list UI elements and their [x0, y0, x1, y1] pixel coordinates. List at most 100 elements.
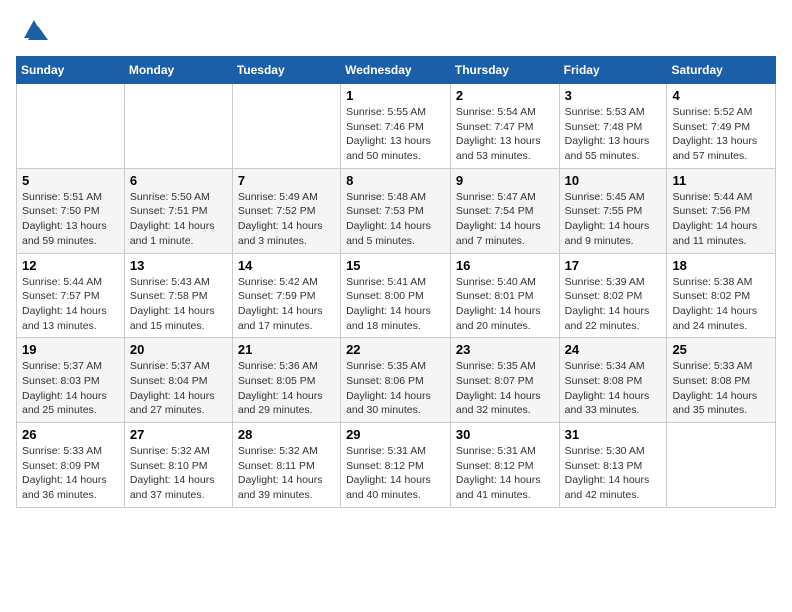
day-number: 7: [238, 173, 335, 188]
logo: [16, 16, 48, 44]
day-info: Sunrise: 5:50 AM Sunset: 7:51 PM Dayligh…: [130, 190, 227, 249]
calendar-cell: 23 Sunrise: 5:35 AM Sunset: 8:07 PM Dayli…: [450, 338, 559, 423]
day-number: 30: [456, 427, 554, 442]
day-info: Sunrise: 5:33 AM Sunset: 8:08 PM Dayligh…: [672, 359, 770, 418]
calendar-cell: 17 Sunrise: 5:39 AM Sunset: 8:02 PM Dayli…: [559, 253, 667, 338]
calendar-cell: 15 Sunrise: 5:41 AM Sunset: 8:00 PM Dayli…: [341, 253, 451, 338]
day-number: 14: [238, 258, 335, 273]
calendar-cell: 28 Sunrise: 5:32 AM Sunset: 8:11 PM Dayli…: [232, 423, 340, 508]
calendar-cell: 4 Sunrise: 5:52 AM Sunset: 7:49 PM Daylig…: [667, 84, 776, 169]
day-number: 17: [565, 258, 662, 273]
week-row-3: 12 Sunrise: 5:44 AM Sunset: 7:57 PM Dayli…: [17, 253, 776, 338]
calendar-header: SundayMondayTuesdayWednesdayThursdayFrid…: [17, 57, 776, 84]
day-number: 21: [238, 342, 335, 357]
day-number: 12: [22, 258, 119, 273]
day-info: Sunrise: 5:32 AM Sunset: 8:10 PM Dayligh…: [130, 444, 227, 503]
calendar-cell: 6 Sunrise: 5:50 AM Sunset: 7:51 PM Daylig…: [124, 168, 232, 253]
day-number: 11: [672, 173, 770, 188]
calendar-cell: 1 Sunrise: 5:55 AM Sunset: 7:46 PM Daylig…: [341, 84, 451, 169]
day-info: Sunrise: 5:48 AM Sunset: 7:53 PM Dayligh…: [346, 190, 445, 249]
day-number: 1: [346, 88, 445, 103]
day-info: Sunrise: 5:31 AM Sunset: 8:12 PM Dayligh…: [456, 444, 554, 503]
day-info: Sunrise: 5:51 AM Sunset: 7:50 PM Dayligh…: [22, 190, 119, 249]
day-info: Sunrise: 5:44 AM Sunset: 7:57 PM Dayligh…: [22, 275, 119, 334]
day-info: Sunrise: 5:45 AM Sunset: 7:55 PM Dayligh…: [565, 190, 662, 249]
calendar-cell: [17, 84, 125, 169]
day-info: Sunrise: 5:35 AM Sunset: 8:06 PM Dayligh…: [346, 359, 445, 418]
day-number: 24: [565, 342, 662, 357]
day-number: 23: [456, 342, 554, 357]
day-number: 4: [672, 88, 770, 103]
day-info: Sunrise: 5:38 AM Sunset: 8:02 PM Dayligh…: [672, 275, 770, 334]
day-info: Sunrise: 5:55 AM Sunset: 7:46 PM Dayligh…: [346, 105, 445, 164]
day-number: 5: [22, 173, 119, 188]
day-number: 6: [130, 173, 227, 188]
week-row-1: 1 Sunrise: 5:55 AM Sunset: 7:46 PM Daylig…: [17, 84, 776, 169]
calendar-cell: 10 Sunrise: 5:45 AM Sunset: 7:55 PM Dayli…: [559, 168, 667, 253]
calendar-cell: 20Sunrise: 5:37 AM Sunset: 8:04 PM Dayli…: [124, 338, 232, 423]
calendar-cell: 26Sunrise: 5:33 AM Sunset: 8:09 PM Dayli…: [17, 423, 125, 508]
day-info: Sunrise: 5:47 AM Sunset: 7:54 PM Dayligh…: [456, 190, 554, 249]
day-number: 10: [565, 173, 662, 188]
day-info: Sunrise: 5:53 AM Sunset: 7:48 PM Dayligh…: [565, 105, 662, 164]
calendar-cell: 30 Sunrise: 5:31 AM Sunset: 8:12 PM Dayli…: [450, 423, 559, 508]
calendar-cell: 2Sunrise: 5:54 AM Sunset: 7:47 PM Daylig…: [450, 84, 559, 169]
day-info: Sunrise: 5:37 AM Sunset: 8:04 PM Dayligh…: [130, 359, 227, 418]
calendar-cell: 5 Sunrise: 5:51 AM Sunset: 7:50 PM Daylig…: [17, 168, 125, 253]
calendar-body: 1 Sunrise: 5:55 AM Sunset: 7:46 PM Daylig…: [17, 84, 776, 508]
day-info: Sunrise: 5:37 AM Sunset: 8:03 PM Dayligh…: [22, 359, 119, 418]
calendar-cell: 27 Sunrise: 5:32 AM Sunset: 8:10 PM Dayli…: [124, 423, 232, 508]
logo-icon: [20, 16, 48, 44]
day-number: 16: [456, 258, 554, 273]
day-number: 29: [346, 427, 445, 442]
day-number: 15: [346, 258, 445, 273]
day-info: Sunrise: 5:39 AM Sunset: 8:02 PM Dayligh…: [565, 275, 662, 334]
day-info: Sunrise: 5:31 AM Sunset: 8:12 PM Dayligh…: [346, 444, 445, 503]
day-info: Sunrise: 5:35 AM Sunset: 8:07 PM Dayligh…: [456, 359, 554, 418]
day-number: 9: [456, 173, 554, 188]
calendar-cell: 22 Sunrise: 5:35 AM Sunset: 8:06 PM Dayli…: [341, 338, 451, 423]
calendar-cell: 24Sunrise: 5:34 AM Sunset: 8:08 PM Dayli…: [559, 338, 667, 423]
calendar-cell: 9 Sunrise: 5:47 AM Sunset: 7:54 PM Daylig…: [450, 168, 559, 253]
day-number: 25: [672, 342, 770, 357]
weekday-header-thursday: Thursday: [450, 57, 559, 84]
calendar-cell: 18 Sunrise: 5:38 AM Sunset: 8:02 PM Dayli…: [667, 253, 776, 338]
calendar-cell: 21Sunrise: 5:36 AM Sunset: 8:05 PM Dayli…: [232, 338, 340, 423]
day-number: 28: [238, 427, 335, 442]
day-info: Sunrise: 5:52 AM Sunset: 7:49 PM Dayligh…: [672, 105, 770, 164]
calendar-cell: [667, 423, 776, 508]
day-number: 27: [130, 427, 227, 442]
page-header: [16, 16, 776, 44]
day-info: Sunrise: 5:41 AM Sunset: 8:00 PM Dayligh…: [346, 275, 445, 334]
calendar-cell: 25 Sunrise: 5:33 AM Sunset: 8:08 PM Dayli…: [667, 338, 776, 423]
day-number: 2: [456, 88, 554, 103]
day-info: Sunrise: 5:43 AM Sunset: 7:58 PM Dayligh…: [130, 275, 227, 334]
weekday-header-sunday: Sunday: [17, 57, 125, 84]
week-row-2: 5 Sunrise: 5:51 AM Sunset: 7:50 PM Daylig…: [17, 168, 776, 253]
day-info: Sunrise: 5:49 AM Sunset: 7:52 PM Dayligh…: [238, 190, 335, 249]
calendar-table: SundayMondayTuesdayWednesdayThursdayFrid…: [16, 56, 776, 508]
day-info: Sunrise: 5:32 AM Sunset: 8:11 PM Dayligh…: [238, 444, 335, 503]
day-number: 8: [346, 173, 445, 188]
calendar-cell: 13 Sunrise: 5:43 AM Sunset: 7:58 PM Dayli…: [124, 253, 232, 338]
day-number: 22: [346, 342, 445, 357]
weekday-header-row: SundayMondayTuesdayWednesdayThursdayFrid…: [17, 57, 776, 84]
calendar-cell: 8 Sunrise: 5:48 AM Sunset: 7:53 PM Daylig…: [341, 168, 451, 253]
week-row-4: 19Sunrise: 5:37 AM Sunset: 8:03 PM Dayli…: [17, 338, 776, 423]
week-row-5: 26Sunrise: 5:33 AM Sunset: 8:09 PM Dayli…: [17, 423, 776, 508]
weekday-header-tuesday: Tuesday: [232, 57, 340, 84]
calendar-cell: 19Sunrise: 5:37 AM Sunset: 8:03 PM Dayli…: [17, 338, 125, 423]
day-number: 31: [565, 427, 662, 442]
day-info: Sunrise: 5:40 AM Sunset: 8:01 PM Dayligh…: [456, 275, 554, 334]
day-info: Sunrise: 5:42 AM Sunset: 7:59 PM Dayligh…: [238, 275, 335, 334]
day-info: Sunrise: 5:30 AM Sunset: 8:13 PM Dayligh…: [565, 444, 662, 503]
calendar-cell: 7 Sunrise: 5:49 AM Sunset: 7:52 PM Daylig…: [232, 168, 340, 253]
weekday-header-monday: Monday: [124, 57, 232, 84]
weekday-header-friday: Friday: [559, 57, 667, 84]
day-info: Sunrise: 5:33 AM Sunset: 8:09 PM Dayligh…: [22, 444, 119, 503]
calendar-cell: [124, 84, 232, 169]
calendar-cell: 31 Sunrise: 5:30 AM Sunset: 8:13 PM Dayli…: [559, 423, 667, 508]
day-number: 13: [130, 258, 227, 273]
day-number: 18: [672, 258, 770, 273]
calendar-cell: 3Sunrise: 5:53 AM Sunset: 7:48 PM Daylig…: [559, 84, 667, 169]
